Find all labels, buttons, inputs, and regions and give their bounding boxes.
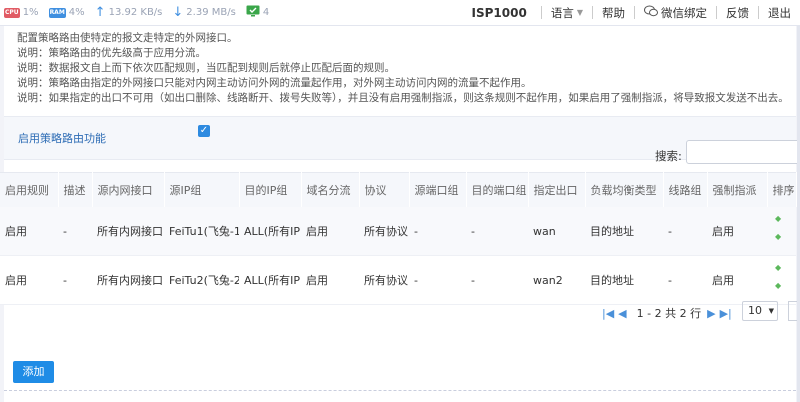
cell-line-group: - [663, 255, 707, 305]
next-page-icon[interactable]: ▶ [707, 307, 715, 320]
download-stat: ↓ 2.39 MB/s [172, 4, 236, 20]
cell-description: - [58, 255, 92, 305]
ram-icon: RAM [48, 7, 66, 18]
online-count: 4 [262, 7, 270, 18]
prev-page-icon[interactable]: ◀ [618, 307, 626, 320]
table-row[interactable]: 启用 - 所有内网接口 FeiTu1(飞兔-1) ALL(所有IP) 启用 所有… [0, 207, 796, 256]
top-bar: CPU 1% RAM 4% ↑ 13.92 KB/s ↓ 2.39 MB/s 4… [0, 0, 800, 26]
cell-egress: wan2 [528, 255, 585, 305]
col-header[interactable]: 域名分流 [301, 172, 360, 207]
cell-sort: ◆ ◆ [767, 207, 796, 256]
caret-down-icon: ▼ [576, 8, 583, 17]
cell-src-port-group: - [409, 255, 466, 305]
col-header[interactable]: 目的端口组 [466, 172, 529, 207]
cell-description: - [58, 207, 92, 256]
col-header[interactable]: 目的IP组 [239, 172, 302, 207]
upload-arrow-icon: ↑ [94, 4, 106, 20]
col-header[interactable]: 描述 [58, 172, 93, 207]
note-line: 说明：策略路由指定的外网接口只能对内网主动访问外网的流量起作用，对外网主动访问内… [17, 77, 532, 89]
policy-route-table: 启用规则 描述 源内网接口 源IP组 目的IP组 域名分流 协议 源端口组 目的… [0, 172, 797, 305]
cell-enabled: 启用 [0, 255, 58, 305]
cell-domain-split: 启用 [301, 207, 359, 256]
logout-link[interactable]: 退出 [759, 0, 800, 25]
move-down-icon[interactable]: ◆ [775, 282, 796, 290]
col-header[interactable]: 负载均衡类型 [585, 172, 664, 207]
cpu-stat: CPU 1% [4, 7, 39, 18]
language-menu[interactable]: 语言 ▼ [542, 0, 592, 25]
page-size-value: 10 [748, 304, 762, 317]
enable-policy-route-label: 启用策略路由功能 [18, 132, 106, 145]
first-page-icon[interactable]: |◀ [602, 307, 614, 320]
wechat-icon [644, 5, 658, 20]
ram-stat: RAM 4% [48, 7, 85, 18]
cell-src-interface: 所有内网接口 [92, 255, 164, 305]
col-header[interactable]: 排序 [767, 172, 797, 207]
note-line: 说明：如果指定的出口不可用（如出口删除、线路断开、拨号失败等），并且没有启用强制… [17, 92, 789, 104]
col-header[interactable]: 协议 [359, 172, 410, 207]
move-up-icon[interactable]: ◆ [775, 264, 796, 272]
ram-value: 4% [68, 7, 85, 18]
cell-protocol: 所有协议 [359, 255, 409, 305]
upload-stat: ↑ 13.92 KB/s [94, 4, 163, 20]
move-down-icon[interactable]: ◆ [775, 233, 796, 241]
language-label: 语言 [550, 5, 574, 20]
cell-domain-split: 启用 [301, 255, 359, 305]
caret-down-icon: ▼ [768, 307, 774, 315]
monitor-icon [246, 5, 260, 20]
search-label: 搜索: [655, 149, 682, 163]
enable-policy-route-checkbox[interactable]: ✓ [198, 125, 210, 137]
cell-force-assign: 启用 [707, 255, 767, 305]
cell-dst-ip-group: ALL(所有IP) [239, 255, 301, 305]
col-header[interactable]: 源IP组 [164, 172, 240, 207]
page-info: 1 - 2 共 2 行 [636, 307, 702, 320]
add-button[interactable]: 添加 [13, 361, 54, 383]
help-link[interactable]: 帮助 [593, 0, 634, 25]
cpu-icon: CPU [4, 7, 20, 18]
note-line: 说明：数据报文自上而下依次匹配规则，当匹配到规则后就停止匹配后面的规则。 [17, 62, 395, 74]
move-up-icon[interactable]: ◆ [775, 215, 796, 223]
cell-src-ip-group: FeiTu2(飞兔-2) [164, 255, 239, 305]
panel-bottom-edge [4, 388, 796, 402]
cell-src-port-group: - [409, 207, 466, 256]
table-header-row: 启用规则 描述 源内网接口 源IP组 目的IP组 域名分流 协议 源端口组 目的… [0, 172, 797, 207]
description-notes: 配置策略路由使特定的报文走特定的外网接口。 说明：策略路由的优先级高于应用分流。… [17, 31, 789, 106]
online-stat: 4 [246, 5, 269, 20]
cell-force-assign: 启用 [707, 207, 767, 256]
col-header[interactable]: 强制指派 [707, 172, 768, 207]
wechat-bind-link[interactable]: 微信绑定 [635, 0, 716, 25]
col-header[interactable]: 指定出口 [528, 172, 586, 207]
page-size-select[interactable]: 10 ▼ [742, 301, 778, 321]
cell-src-interface: 所有内网接口 [92, 207, 164, 256]
col-header[interactable]: 源端口组 [409, 172, 467, 207]
upload-value: 13.92 KB/s [108, 7, 163, 18]
col-header[interactable]: 启用规则 [0, 172, 59, 207]
note-line: 说明：策略路由的优先级高于应用分流。 [17, 47, 206, 59]
last-page-icon[interactable]: ▶| [720, 307, 732, 320]
download-value: 2.39 MB/s [186, 7, 236, 18]
cell-enabled: 启用 [0, 207, 58, 256]
cell-dst-port-group: - [466, 207, 528, 256]
cell-dst-ip-group: ALL(所有IP) [239, 207, 301, 256]
table-row[interactable]: 启用 - 所有内网接口 FeiTu2(飞兔-2) ALL(所有IP) 启用 所有… [0, 255, 796, 305]
cell-sort: ◆ ◆ [767, 255, 796, 305]
pagination: |◀ ◀ 1 - 2 共 2 行 ▶ ▶| [602, 303, 736, 323]
cpu-value: 1% [22, 7, 39, 18]
wechat-bind-label: 微信绑定 [661, 5, 707, 20]
cell-lb-type: 目的地址 [585, 207, 663, 256]
brand-model: ISP1000 [471, 5, 527, 20]
cell-lb-type: 目的地址 [585, 255, 663, 305]
download-arrow-icon: ↓ [172, 4, 184, 20]
feedback-link[interactable]: 反馈 [717, 0, 758, 25]
cell-src-ip-group: FeiTu1(飞兔-1) [164, 207, 239, 256]
cell-protocol: 所有协议 [359, 207, 409, 256]
cell-line-group: - [663, 207, 707, 256]
note-line: 配置策略路由使特定的报文走特定的外网接口。 [17, 32, 238, 44]
col-header[interactable]: 源内网接口 [92, 172, 165, 207]
col-header[interactable]: 线路组 [663, 172, 708, 207]
cell-egress: wan [528, 207, 585, 256]
search-input[interactable] [686, 140, 800, 164]
top-nav: ISP1000 语言 ▼ 帮助 微信绑定 反馈 退出 [463, 0, 800, 25]
cell-dst-port-group: - [466, 255, 528, 305]
